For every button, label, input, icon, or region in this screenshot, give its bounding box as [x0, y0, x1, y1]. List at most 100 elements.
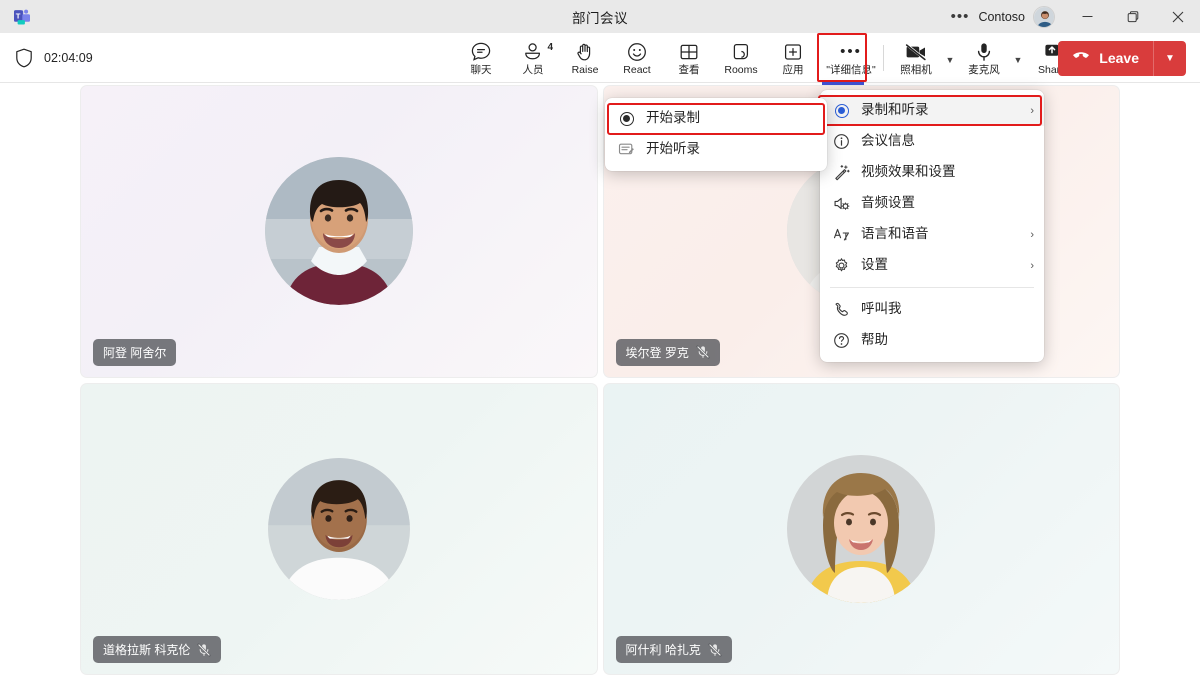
- organization-label: Contoso: [978, 9, 1025, 24]
- mic-off-icon: [197, 642, 211, 657]
- title-bar-right-controls: ••• Contoso: [942, 0, 1200, 33]
- menu-label-record-and-transcribe: 录制和听录: [861, 102, 929, 118]
- leave-label: Leave: [1099, 50, 1139, 66]
- chevron-down-icon[interactable]: ▼: [942, 35, 958, 81]
- more-options-label: "详细信息": [826, 63, 876, 76]
- participant-tile[interactable]: 阿什利 哈扎克: [602, 382, 1120, 675]
- chevron-right-icon: ›: [1030, 228, 1034, 241]
- start-recording-item[interactable]: 开始录制: [605, 103, 827, 134]
- avatar: [267, 457, 410, 600]
- toolbar-left-group: 02:04:09: [0, 48, 93, 68]
- camera-button[interactable]: 照相机: [890, 35, 942, 81]
- menu-item-meeting-info[interactable]: 会议信息: [820, 126, 1044, 157]
- menu-label-settings: 设置: [861, 257, 888, 273]
- avatar: [787, 454, 936, 603]
- avatar[interactable]: [1033, 5, 1055, 28]
- rooms-label: Rooms: [724, 63, 758, 76]
- raise-hand-label: Raise: [571, 63, 599, 76]
- more-options-menu: 录制和听录 › 会议信息 视频效果和设置 音频设置 语言和语音 › 设置 › 呼…: [818, 90, 1044, 362]
- participant-tile[interactable]: 道格拉斯 科克伦: [80, 382, 598, 675]
- apps-button[interactable]: 应用: [767, 35, 819, 81]
- participant-nametag: 埃尔登 罗克: [615, 338, 720, 366]
- mic-button[interactable]: 麦克风: [958, 35, 1010, 81]
- teams-meeting-window: T 部门会议 ••• Contoso 02:04:09 聊天 4 人员 Rais…: [0, 0, 1200, 675]
- participant-name: 阿什利 哈扎克: [625, 643, 701, 657]
- raise-hand-icon: [574, 41, 596, 63]
- chat-icon: [470, 41, 492, 63]
- view-button[interactable]: 查看: [663, 35, 715, 81]
- leave-divider: [1153, 40, 1154, 76]
- mic-label: 麦克风: [968, 63, 1000, 76]
- avatar: [264, 157, 413, 306]
- apps-label: 应用: [782, 63, 804, 76]
- info-circle-icon: [832, 133, 851, 150]
- record-submenu: 开始录制 开始听录: [605, 98, 827, 171]
- menu-label-audio-settings: 音频设置: [861, 195, 915, 211]
- meeting-timer: 02:04:09: [44, 50, 93, 65]
- raise-hand-button[interactable]: Raise: [559, 35, 611, 81]
- maximize-icon[interactable]: [1110, 0, 1155, 33]
- record-circle-icon: [617, 111, 636, 126]
- minimize-icon[interactable]: [1065, 0, 1110, 33]
- participant-nametag: 阿什利 哈扎克: [615, 636, 732, 663]
- transcript-icon: [617, 141, 636, 158]
- meeting-toolbar: 02:04:09 聊天 4 人员 Raise React 查看 Rooms 应用…: [0, 33, 1200, 83]
- ellipsis-icon[interactable]: •••: [942, 9, 979, 24]
- chevron-down-icon[interactable]: ▼: [1010, 35, 1026, 81]
- view-label: 查看: [678, 63, 700, 76]
- menu-item-audio-settings[interactable]: 音频设置: [820, 188, 1044, 219]
- camera-control: 照相机 ▼: [890, 35, 958, 81]
- start-transcription-label: 开始听录: [646, 141, 700, 157]
- hangup-icon: [1071, 49, 1091, 68]
- chevron-right-icon: ›: [1030, 259, 1034, 272]
- rooms-button[interactable]: Rooms: [715, 35, 767, 81]
- menu-separator: [830, 287, 1034, 288]
- shield-icon: [15, 48, 33, 68]
- apps-plus-icon: [782, 41, 804, 63]
- people-label: 人员: [522, 63, 544, 76]
- menu-item-settings[interactable]: 设置 ›: [820, 250, 1044, 281]
- participant-tile[interactable]: 阿登 阿舍尔: [80, 85, 598, 378]
- participant-name: 埃尔登 罗克: [625, 345, 689, 360]
- toolbar-right-group: Leave ▼: [1046, 33, 1186, 83]
- chevron-right-icon: ›: [1030, 104, 1034, 117]
- microphone-icon: [973, 41, 995, 63]
- camera-off-icon: [904, 41, 928, 63]
- menu-label-meeting-info: 会议信息: [861, 133, 915, 149]
- menu-item-help[interactable]: 帮助: [820, 325, 1044, 356]
- people-button[interactable]: 4 人员: [507, 35, 559, 81]
- more-button-active-underline: [822, 82, 864, 85]
- ellipsis-icon: •••: [840, 43, 862, 60]
- breakout-rooms-icon: [730, 41, 752, 63]
- menu-item-language-and-speech[interactable]: 语言和语音 ›: [820, 219, 1044, 250]
- phone-icon: [832, 301, 851, 318]
- title-bar: T 部门会议 ••• Contoso: [0, 0, 1200, 33]
- start-recording-label: 开始录制: [646, 110, 700, 126]
- leave-main[interactable]: Leave: [1058, 49, 1153, 68]
- menu-item-record-and-transcribe[interactable]: 录制和听录 ›: [818, 95, 1044, 126]
- chat-label: 聊天: [470, 63, 492, 76]
- magic-wand-icon: [832, 164, 851, 181]
- participant-nametag: 阿登 阿舍尔: [93, 338, 177, 366]
- menu-label-call-me: 呼叫我: [861, 301, 902, 317]
- chevron-down-icon[interactable]: ▼: [1154, 53, 1186, 64]
- menu-item-call-me[interactable]: 呼叫我: [820, 294, 1044, 325]
- more-options-button[interactable]: ••• "详细信息": [825, 35, 877, 81]
- start-transcription-item[interactable]: 开始听录: [605, 134, 827, 165]
- toolbar-divider: [883, 45, 884, 71]
- leave-button[interactable]: Leave ▼: [1058, 40, 1186, 76]
- menu-label-language-and-speech: 语言和语音: [861, 226, 929, 242]
- close-icon[interactable]: [1155, 0, 1200, 33]
- translate-icon: [832, 226, 851, 243]
- chat-button[interactable]: 聊天: [455, 35, 507, 81]
- react-button[interactable]: React: [611, 35, 663, 81]
- speaker-settings-icon: [832, 195, 851, 212]
- menu-item-video-effects[interactable]: 视频效果和设置: [820, 157, 1044, 188]
- camera-label: 照相机: [900, 63, 932, 76]
- people-icon: 4: [522, 41, 553, 63]
- gear-icon: [832, 257, 851, 274]
- mic-control: 麦克风 ▼: [958, 35, 1026, 81]
- view-grid-icon: [678, 41, 700, 63]
- help-circle-icon: [832, 332, 851, 349]
- participant-name: 道格拉斯 科克伦: [103, 643, 191, 657]
